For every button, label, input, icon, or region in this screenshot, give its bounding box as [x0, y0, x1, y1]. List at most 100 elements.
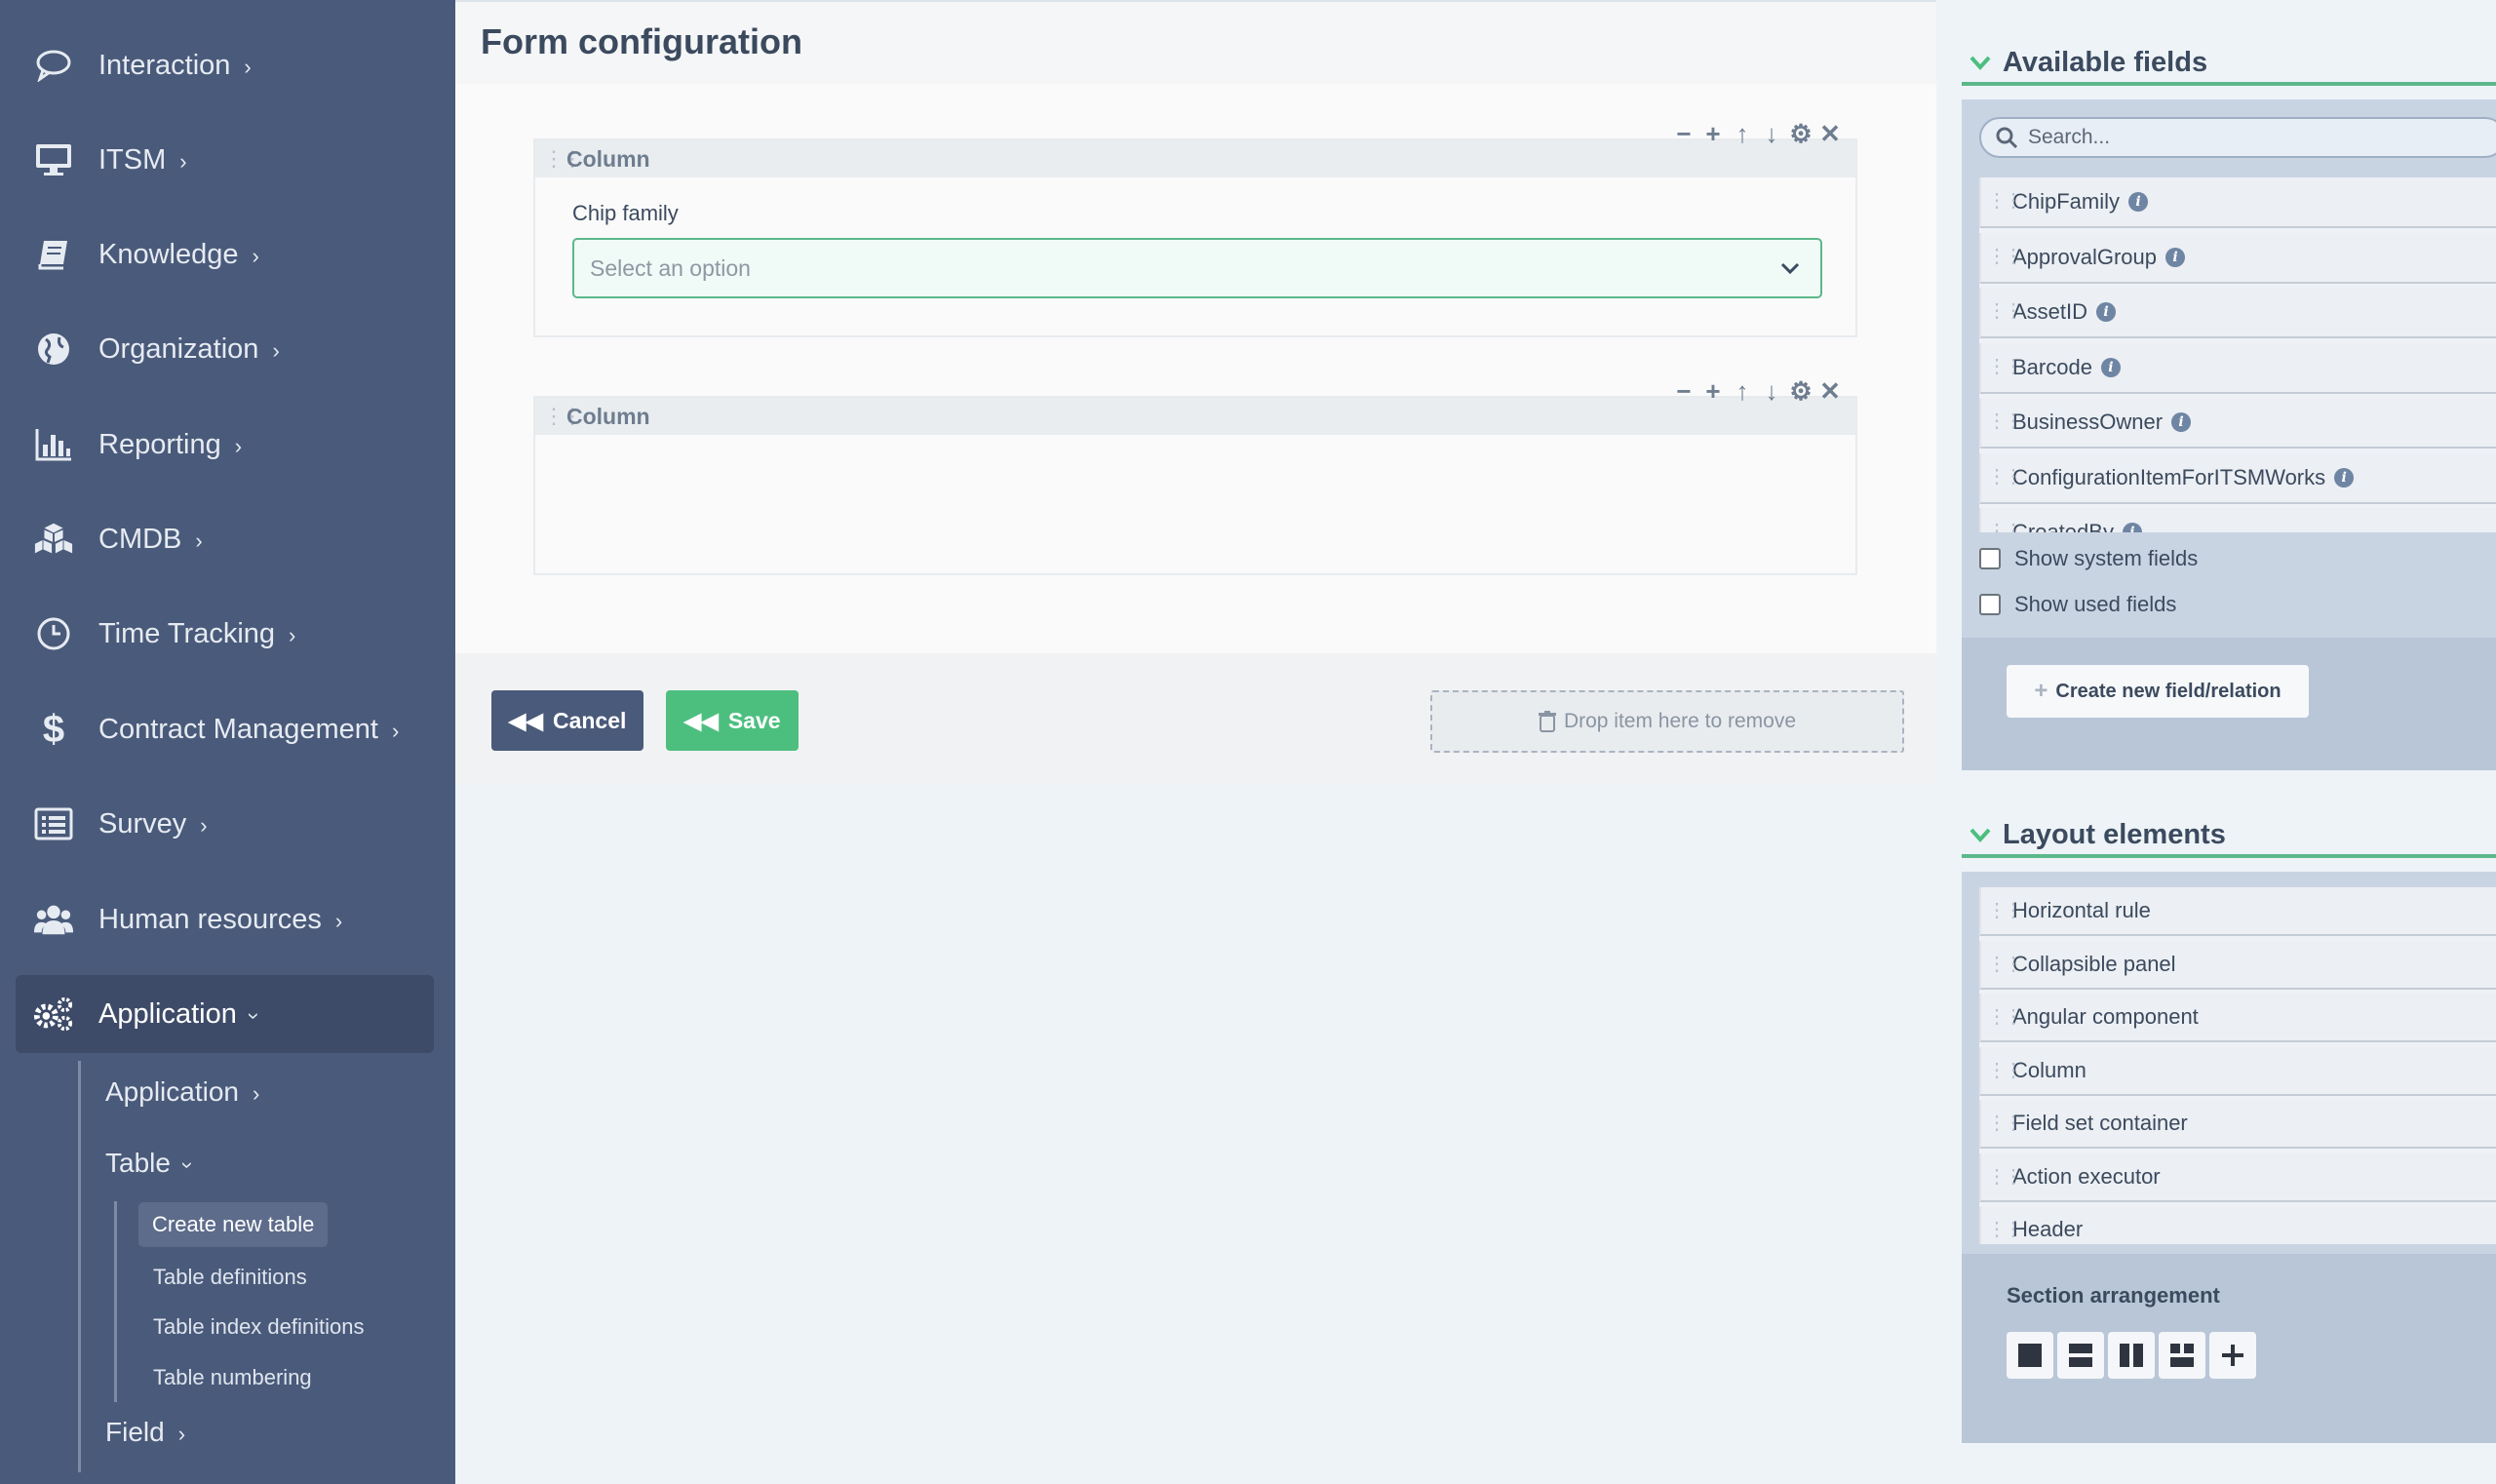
list-item[interactable]: ⋮⋮ Action executor [1979, 1152, 2496, 1202]
list-item[interactable]: ⋮⋮ Collapsible panel [1979, 940, 2496, 990]
nav-contract-management[interactable]: $ Contract Management › [0, 690, 455, 768]
gears-icon [33, 994, 74, 1035]
info-icon[interactable]: i [2122, 523, 2142, 532]
search-input[interactable]: Search... [1979, 117, 2496, 158]
column-toolbar: − + ↑ ↓ ⚙ ✕ [1672, 376, 1842, 407]
dollar-icon: $ [42, 707, 65, 751]
sub-item-create-new-table[interactable]: Create new table [138, 1202, 329, 1247]
users-icon [33, 899, 74, 940]
section-arrangement-title: Section arrangement [2007, 1283, 2220, 1308]
field-label: Chip family [572, 201, 679, 225]
drop-zone-remove[interactable]: Drop item here to remove [1430, 690, 1904, 753]
nav-human-resources[interactable]: Human resources › [0, 880, 455, 958]
layout-columns-icon[interactable] [2108, 1332, 2155, 1379]
sub-item-application[interactable]: Application › [105, 1076, 259, 1108]
layout-grid-icon[interactable] [2159, 1332, 2205, 1379]
nav-organization[interactable]: Organization › [0, 310, 455, 388]
list-item-label: ApprovalGroup [2012, 244, 2157, 269]
drag-handle-icon[interactable]: ⋮⋮ [543, 148, 583, 170]
list-item[interactable]: ⋮⋮ Barcode i [1979, 342, 2496, 394]
drag-handle-icon: ⋮⋮ [1987, 1165, 2023, 1188]
checkbox-box[interactable] [1979, 594, 2001, 615]
info-icon[interactable]: i [2096, 302, 2117, 322]
chevron-right-icon: › [200, 812, 208, 838]
list-item[interactable]: ⋮⋮ AssetID i [1979, 288, 2496, 338]
move-up-icon[interactable]: ↑ [1731, 119, 1754, 149]
list-item[interactable]: ⋮⋮ ApprovalGroup i [1979, 232, 2496, 284]
collapse-icon[interactable]: − [1672, 376, 1696, 407]
column-header[interactable]: ⋮⋮ Column [535, 398, 1855, 435]
submenu-line-nested [114, 1201, 117, 1402]
chevron-right-icon: › [252, 243, 259, 268]
create-new-field-button[interactable]: + Create new field/relation [2007, 665, 2309, 718]
chevron-down-icon [1970, 56, 1991, 70]
nav-time-tracking[interactable]: Time Tracking › [0, 595, 455, 673]
chevron-right-icon: › [252, 1081, 260, 1106]
list-item-label: Horizontal rule [2012, 898, 2151, 922]
info-icon[interactable]: i [2171, 412, 2192, 432]
nav-survey[interactable]: Survey › [0, 785, 455, 863]
add-section-icon[interactable] [2209, 1332, 2256, 1379]
nav-label: ITSM [98, 143, 167, 176]
sub-item-table-numbering[interactable]: Table numbering [153, 1365, 312, 1390]
save-button[interactable]: ◀◀ Save [666, 690, 799, 751]
chevron-down-icon [1970, 828, 1991, 842]
nav-reporting[interactable]: Reporting › [0, 406, 455, 484]
layout-single-icon[interactable] [2007, 1332, 2053, 1379]
layout-elements-list: ⋮⋮ Horizontal rule ⋮⋮ Collapsible panel ⋮⋮… [1979, 887, 2496, 1244]
checkbox-box[interactable] [1979, 548, 2001, 569]
gear-icon[interactable]: ⚙ [1789, 119, 1813, 149]
chevron-right-icon: › [244, 54, 252, 79]
collapse-icon[interactable]: − [1672, 119, 1696, 149]
list-item[interactable]: ⋮⋮ CreatedBy i [1979, 508, 2496, 532]
sub-item-table-index-definitions[interactable]: Table index definitions [153, 1314, 364, 1340]
close-icon[interactable]: ✕ [1818, 119, 1842, 149]
chip-family-select[interactable]: Select an option [572, 238, 1822, 298]
list-item[interactable]: ⋮⋮ Header [1979, 1206, 2496, 1244]
column-header[interactable]: ⋮⋮ Column [535, 140, 1855, 177]
nav-cmdb[interactable]: CMDB › [0, 500, 455, 578]
sub-item-field[interactable]: Field › [105, 1417, 185, 1448]
nav-label: Interaction [98, 49, 231, 81]
list-item[interactable]: ⋮⋮ Horizontal rule [1979, 887, 2496, 936]
nav-application[interactable]: Application › [16, 975, 434, 1053]
nav-itsm[interactable]: ITSM › [0, 121, 455, 199]
page-title: Form configuration [481, 21, 802, 61]
info-icon[interactable]: i [2164, 247, 2185, 267]
list-item-label: ChipFamily [2012, 189, 2121, 214]
column-block[interactable]: − + ↑ ↓ ⚙ ✕ ⋮⋮ Column [533, 376, 1857, 575]
nav-knowledge[interactable]: Knowledge › [0, 215, 455, 293]
move-down-icon[interactable]: ↓ [1760, 119, 1783, 149]
layout-elements-header[interactable]: Layout elements [1962, 815, 2496, 858]
list-item[interactable]: ⋮⋮ Column [1979, 1046, 2496, 1096]
list-item[interactable]: ⋮⋮ Angular component [1979, 994, 2496, 1042]
right-panel: Available fields Search... ⋮⋮ ChipFamily i… [1936, 0, 2496, 1484]
close-icon[interactable]: ✕ [1818, 376, 1842, 407]
drag-handle-icon[interactable]: ⋮⋮ [543, 406, 583, 427]
nav-interaction[interactable]: Interaction › [0, 26, 455, 104]
show-system-fields-checkbox[interactable]: Show system fields [1979, 546, 2198, 571]
info-icon[interactable]: i [2100, 357, 2121, 377]
list-item[interactable]: ⋮⋮ BusinessOwner i [1979, 398, 2496, 449]
available-fields-header[interactable]: Available fields [1962, 43, 2496, 86]
column-title: Column [566, 145, 650, 172]
info-icon[interactable]: i [2334, 467, 2355, 488]
list-item[interactable]: ⋮⋮ Field set container [1979, 1100, 2496, 1149]
column-block[interactable]: − + ↑ ↓ ⚙ ✕ ⋮⋮ Column Chip family Select… [533, 119, 1857, 337]
info-icon[interactable]: i [2128, 192, 2149, 212]
list-item[interactable]: ⋮⋮ ConfigurationItemForITSMWorks i [1979, 452, 2496, 504]
layout-rows-icon[interactable] [2057, 1332, 2104, 1379]
move-down-icon[interactable]: ↓ [1760, 376, 1783, 407]
expand-icon[interactable]: + [1701, 119, 1725, 149]
select-placeholder: Select an option [590, 254, 751, 281]
move-up-icon[interactable]: ↑ [1731, 376, 1754, 407]
expand-icon[interactable]: + [1701, 376, 1725, 407]
list-item-label: Barcode [2012, 354, 2092, 379]
nav-label: CMDB [98, 523, 182, 555]
list-item[interactable]: ⋮⋮ ChipFamily i [1979, 177, 2496, 228]
show-used-fields-checkbox[interactable]: Show used fields [1979, 592, 2176, 617]
sub-item-table[interactable]: Table › [105, 1148, 201, 1179]
gear-icon[interactable]: ⚙ [1789, 376, 1813, 407]
sub-item-table-definitions[interactable]: Table definitions [153, 1265, 307, 1290]
cancel-button[interactable]: ◀◀ Cancel [491, 690, 644, 751]
